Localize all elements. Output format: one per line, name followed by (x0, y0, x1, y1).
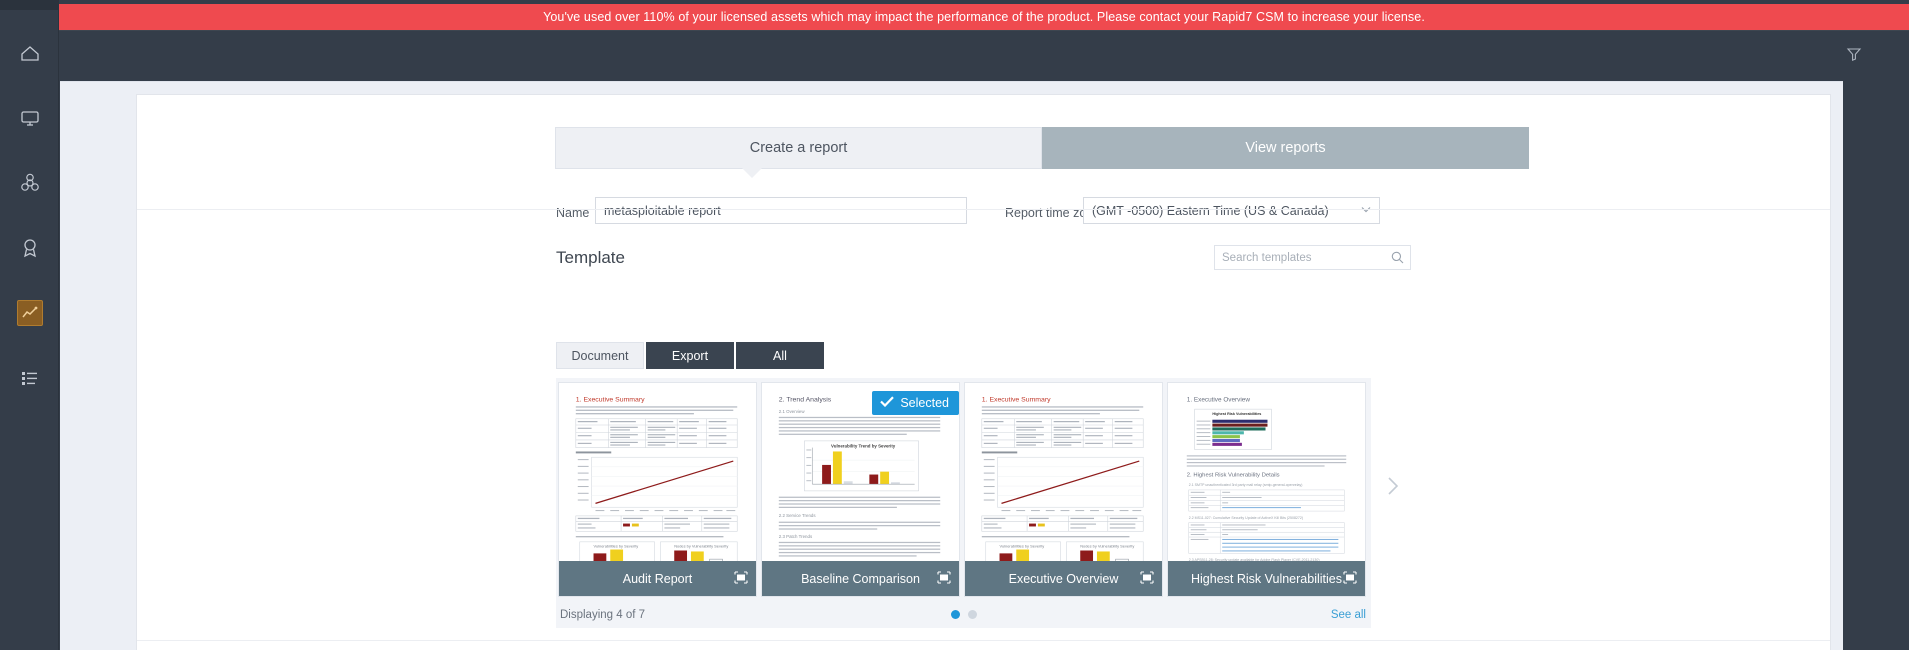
svg-text:2.2 MS11-027: Cumulative Secu: 2.2 MS11-027: Cumulative Security Update… (1189, 516, 1303, 520)
sidebar-item-home[interactable] (0, 28, 59, 78)
chart-icon (16, 300, 43, 326)
template-card-slot: 1. Executive Summary Vulnerabilities by … (962, 378, 1165, 601)
form-divider (137, 209, 1830, 210)
template-card-footer: Audit Report (559, 561, 756, 596)
svg-text:2. Trend Analysis: 2. Trend Analysis (779, 397, 832, 404)
template-filter-document-label: Document (571, 348, 629, 363)
tab-view-reports[interactable]: View reports (1042, 127, 1529, 169)
template-card-list: 1. Executive Summary Vulnerabilities by … (556, 378, 1371, 601)
report-name-input[interactable] (595, 197, 967, 224)
status-badge-label: Selected (900, 396, 949, 410)
svg-text:Nodes by Vulnerability Severit: Nodes by Vulnerability Severity (1080, 544, 1134, 549)
svg-text:2.1 Overview: 2.1 Overview (779, 409, 806, 414)
template-card-title: Executive Overview (1008, 571, 1119, 586)
status-badge-selected: Selected (872, 391, 959, 415)
monitor-icon (19, 108, 41, 128)
home-icon (19, 43, 41, 63)
displaying-count: Displaying 4 of 7 (560, 608, 646, 621)
template-filter-document[interactable]: Document (556, 342, 644, 369)
sidebar-item-reports[interactable] (0, 288, 59, 338)
template-card-title: Baseline Comparison (801, 571, 920, 586)
template-card-baseline-comparison[interactable]: Selected 2. Trend Analysis 2.1 Overview (761, 382, 960, 597)
expand-icon[interactable] (1140, 570, 1154, 587)
banner-message: You've used over 110% of your licensed a… (543, 10, 1425, 24)
check-icon (880, 396, 895, 410)
template-card-slot: Selected 2. Trend Analysis 2.1 Overview (759, 378, 962, 601)
template-card-executive-overview[interactable]: 1. Executive Summary Vulnerabilities by … (964, 382, 1163, 597)
pagination-dot-1[interactable] (950, 610, 960, 619)
template-card-title: Highest Risk Vulnerabilities (1191, 571, 1342, 586)
template-card-title: Audit Report (622, 571, 693, 586)
filter-button[interactable] (1842, 44, 1866, 68)
svg-text:1. Executive Overview: 1. Executive Overview (1187, 397, 1251, 404)
template-card-audit-report[interactable]: 1. Executive Summary Vulnerabilities by … (558, 382, 757, 597)
pagination-dots (950, 610, 977, 619)
template-card-footer: Executive Overview (965, 561, 1162, 596)
report-form-row: Name Report time zone (GMT -0500) Easter… (137, 190, 1830, 238)
svg-text:1. Executive Summary: 1. Executive Summary (982, 397, 1051, 404)
template-filter-export-label: Export (671, 348, 709, 363)
svg-text:Nodes by Vulnerability Severit: Nodes by Vulnerability Severity (674, 544, 728, 549)
expand-icon[interactable] (937, 570, 951, 587)
report-panel: Create a report View reports Name Report… (137, 95, 1830, 650)
svg-text:Vulnerabilities by Severity: Vulnerabilities by Severity (1000, 544, 1045, 549)
sidebar-item-vulnerabilities[interactable] (0, 158, 59, 208)
see-all-link[interactable]: See all (1331, 609, 1366, 621)
app-root: You've used over 110% of your licensed a… (0, 0, 1909, 650)
template-thumbnail-highest-risk: 1. Executive Overview Highest Risk Vulne… (1173, 388, 1360, 563)
search-input[interactable] (1215, 251, 1391, 264)
list-icon (20, 370, 40, 386)
template-heading: Template (556, 248, 625, 267)
top-toolbar (59, 31, 1909, 81)
chevron-down-icon (1361, 206, 1379, 216)
template-filter-all-label: All (773, 348, 787, 363)
template-card-footer: Highest Risk Vulnerabilities (1168, 561, 1365, 596)
svg-text:Vulnerability Trend by Severit: Vulnerability Trend by Severity (831, 444, 896, 449)
svg-text:Vulnerabilities by Severity: Vulnerabilities by Severity (594, 544, 639, 549)
chevron-right-icon (1386, 475, 1400, 502)
report-timezone-select[interactable]: (GMT -0500) Eastern Time (US & Canada) (1083, 197, 1380, 224)
template-search-box[interactable] (1214, 245, 1411, 270)
filter-funnel-icon (1846, 46, 1862, 67)
tab-pointer (742, 168, 762, 178)
svg-text:2. Highest Risk Vulnerability: 2. Highest Risk Vulnerability Details (1187, 473, 1280, 479)
expand-icon[interactable] (734, 570, 748, 587)
template-card-slot: 1. Executive Overview Highest Risk Vulne… (1165, 378, 1368, 601)
biohazard-icon (19, 172, 41, 194)
license-warning-banner: You've used over 110% of your licensed a… (59, 4, 1909, 30)
template-card-highest-risk-vulnerabilities[interactable]: 1. Executive Overview Highest Risk Vulne… (1167, 382, 1366, 597)
sidebar-item-policies[interactable] (0, 223, 59, 273)
sidebar-top-strip (0, 0, 58, 10)
svg-text:2.1 SMTP unauthenticated 3rd: 2.1 SMTP unauthenticated 3rd party mail … (1189, 483, 1303, 487)
page-background: Create a report View reports Name Report… (60, 81, 1843, 650)
pagination-dot-2[interactable] (967, 610, 977, 619)
award-icon (19, 237, 41, 259)
template-footer: Displaying 4 of 7 See all (556, 601, 1371, 628)
panel-bottom-divider (137, 640, 1830, 641)
expand-icon[interactable] (1343, 570, 1357, 587)
template-filter-group: Document Export All (556, 342, 824, 369)
timezone-value: (GMT -0500) Eastern Time (US & Canada) (1092, 203, 1329, 218)
tab-create-a-report[interactable]: Create a report (555, 127, 1042, 169)
tab-create-a-report-label: Create a report (749, 140, 848, 156)
report-tabs: Create a report View reports (555, 127, 1529, 169)
svg-text:2.3 Patch Trends: 2.3 Patch Trends (779, 534, 813, 539)
template-filter-all[interactable]: All (736, 342, 824, 369)
search-icon (1391, 251, 1410, 264)
tab-view-reports-label: View reports (1245, 140, 1326, 156)
template-next-page-button[interactable] (1379, 468, 1407, 508)
sidebar (0, 0, 59, 650)
template-filter-export[interactable]: Export (646, 342, 734, 369)
template-thumbnail-exec-summary: 1. Executive Summary Vulnerabilities by … (564, 388, 751, 563)
svg-text:Highest Risk Vulnerabilities: Highest Risk Vulnerabilities (1212, 412, 1261, 416)
sidebar-item-assets[interactable] (0, 93, 59, 143)
sidebar-item-administration[interactable] (0, 353, 59, 403)
svg-text:1. Executive Summary: 1. Executive Summary (576, 397, 645, 404)
template-card-slot: 1. Executive Summary Vulnerabilities by … (556, 378, 759, 601)
template-card-footer: Baseline Comparison (762, 561, 959, 596)
template-thumbnail-exec-summary: 1. Executive Summary Vulnerabilities by … (970, 388, 1157, 563)
svg-text:2.2 Service Trends: 2.2 Service Trends (779, 513, 817, 518)
